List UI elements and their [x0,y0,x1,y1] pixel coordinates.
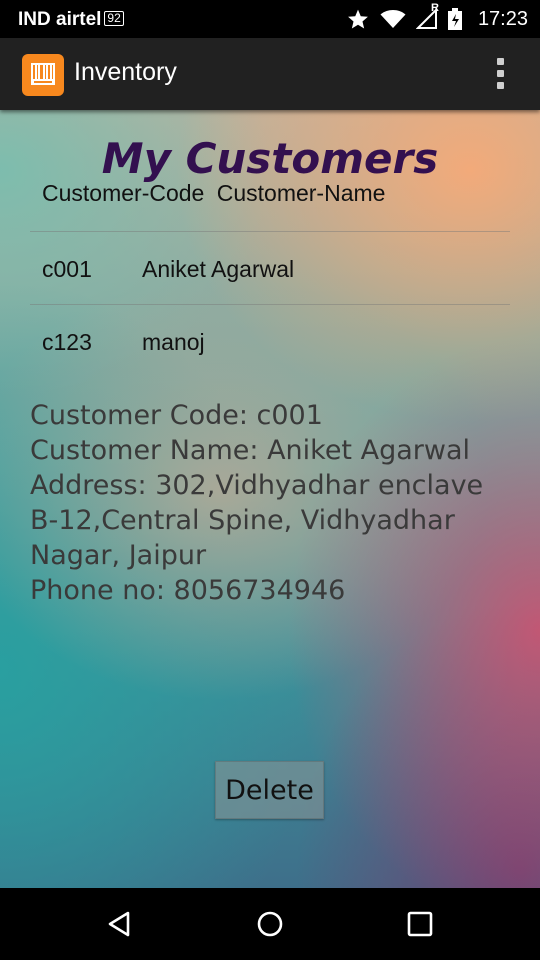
action-bar: Inventory [0,38,540,110]
detail-address-line3: Nagar, Jaipur [30,540,207,571]
detail-customer-code: Customer Code: c001 [30,400,323,431]
recents-icon[interactable] [406,910,434,938]
carrier-badge: 92 [104,11,124,26]
navigation-bar [0,888,540,960]
carrier-name: IND airtel [18,9,102,30]
status-bar: IND airtel 92 R 17:23 [0,0,540,38]
customer-details: Customer Code: c001 Customer Name: Anike… [30,398,510,608]
customer-code: c123 [42,329,92,355]
home-icon[interactable] [256,910,284,938]
list-item[interactable]: c123 manoj [30,305,510,377]
signal-icon: R [415,2,439,30]
app-title: Inventory [74,58,177,86]
detail-address-line2: B-12,Central Spine, Vidhyadhar [30,505,455,536]
main-content: My Customers Customer-Code Customer-Name… [0,110,540,888]
back-icon[interactable] [106,910,134,938]
column-header-name: Customer-Name [216,180,386,206]
carrier-label: IND airtel 92 [18,9,124,31]
overflow-menu-icon[interactable] [496,58,506,92]
column-header-code: Customer-Code [42,180,205,206]
detail-customer-name: Customer Name: Aniket Agarwal [30,435,470,466]
list-item[interactable]: c001 Aniket Agarwal [30,232,510,304]
star-icon [346,8,370,30]
roaming-indicator: R [430,2,439,14]
wifi-icon [380,9,406,29]
barcode-icon [22,54,64,96]
customer-name: manoj [142,329,205,355]
detail-address-line1: Address: 302,Vidhyadhar enclave [30,470,484,501]
page-title: My Customers [101,134,439,183]
delete-button[interactable]: Delete [215,761,324,819]
column-headers: Customer-Code Customer-Name [42,180,385,207]
status-time: 17:23 [477,7,528,30]
battery-icon [447,8,462,30]
detail-phone: Phone no: 8056734946 [30,575,346,606]
status-icons: R 17:23 [346,2,528,30]
customer-name: Aniket Agarwal [142,256,295,282]
customer-code: c001 [42,256,92,282]
